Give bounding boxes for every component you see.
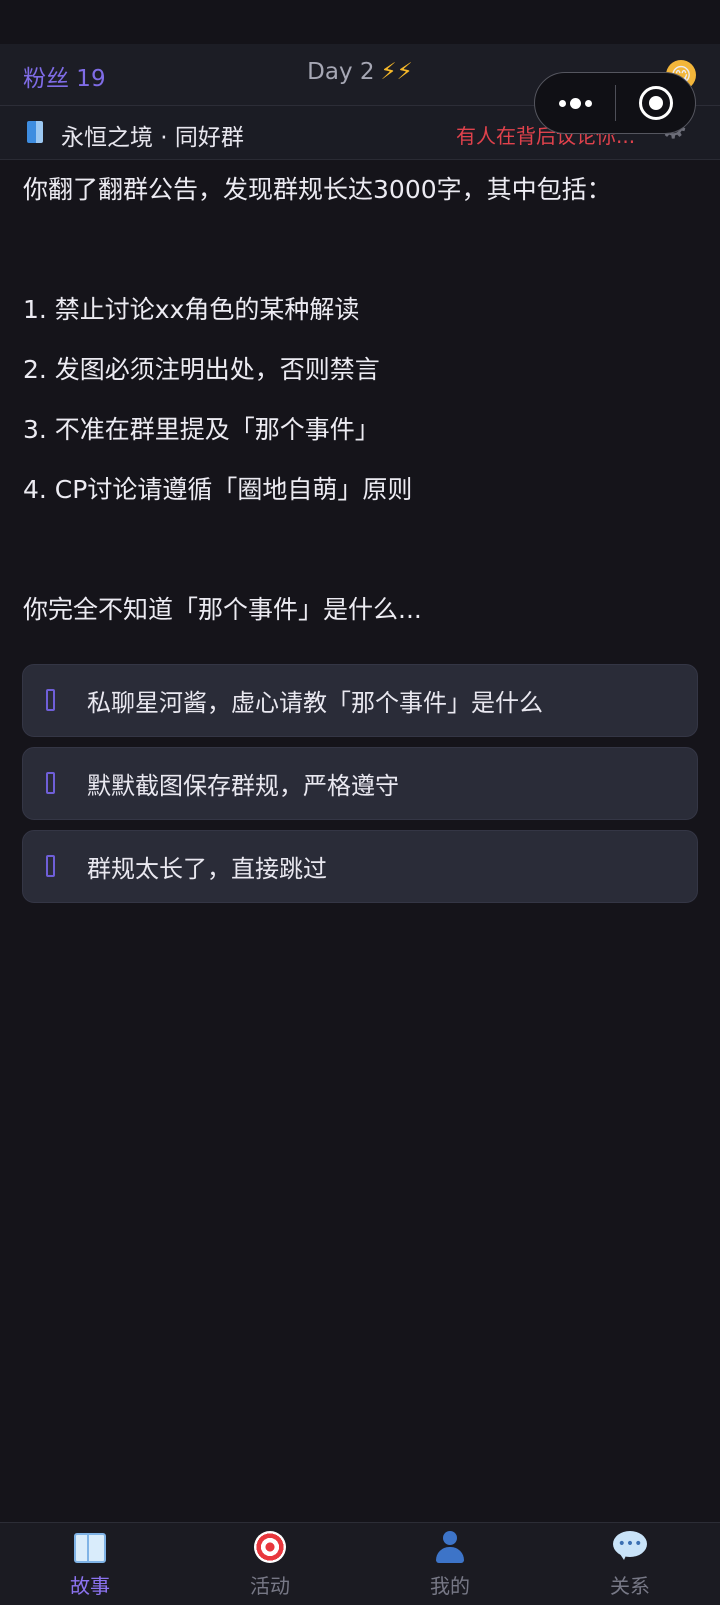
tab-mine[interactable]: 我的 <box>360 1523 540 1605</box>
choice-label: 私聊星河酱，虚心请教「那个事件」是什么 <box>87 689 543 717</box>
choice-skip-rules[interactable]: 群规太长了，直接跳过 <box>22 830 698 903</box>
choice-marker-icon <box>46 855 55 877</box>
more-menu-icon[interactable] <box>535 73 616 133</box>
tab-label: 我的 <box>430 1574 470 1598</box>
choice-marker-icon <box>46 689 55 711</box>
status-bar <box>0 0 720 44</box>
rule-item: 3. 不准在群里提及「那个事件」 <box>23 415 380 444</box>
bottom-tab-bar: 故事 活动 我的 关系 <box>0 1522 720 1605</box>
miniprogram-capsule <box>534 72 696 134</box>
chat-bubble-icon <box>612 1529 648 1565</box>
tab-label: 活动 <box>250 1574 290 1598</box>
choice-save-rules[interactable]: 默默截图保存群规，严格遵守 <box>22 747 698 820</box>
tab-activity[interactable]: 活动 <box>180 1523 360 1605</box>
close-miniprogram-icon[interactable] <box>639 86 673 120</box>
app-page: 粉丝 19 Day 2⚡⚡ 😋 永恒之境 · 同好群 有人在背后议论你... ⚙… <box>0 0 720 1605</box>
book-icon <box>27 121 43 143</box>
tab-story[interactable]: 故事 <box>0 1523 180 1605</box>
choice-label: 默默截图保存群规，严格遵守 <box>87 772 399 800</box>
rule-item: 2. 发图必须注明出处，否则禁言 <box>23 355 380 384</box>
story-text: 你翻了翻群公告，发现群规长达3000字，其中包括： 1. 禁止讨论xx角色的某种… <box>23 160 703 640</box>
choice-list: 私聊星河酱，虚心请教「那个事件」是什么 默默截图保存群规，严格遵守 群规太长了，… <box>22 664 698 913</box>
person-icon <box>432 1529 468 1565</box>
rule-item: 4. CP讨论请遵循「圈地自萌」原则 <box>23 475 413 504</box>
capsule-divider <box>615 85 616 121</box>
tab-relations[interactable]: 关系 <box>540 1523 720 1605</box>
story-outro: 你完全不知道「那个事件」是什么... <box>23 595 422 624</box>
story-intro: 你翻了翻群公告，发现群规长达3000字，其中包括： <box>23 175 612 204</box>
tab-label: 故事 <box>70 1574 110 1598</box>
choice-ask-senpai[interactable]: 私聊星河酱，虚心请教「那个事件」是什么 <box>22 664 698 737</box>
choice-marker-icon <box>46 772 55 794</box>
target-icon <box>252 1529 288 1565</box>
book-icon <box>72 1529 108 1565</box>
tab-label: 关系 <box>610 1574 650 1598</box>
day-label: Day 2 <box>307 59 375 85</box>
energy-icon: ⚡⚡ <box>380 59 413 85</box>
choice-label: 群规太长了，直接跳过 <box>87 855 327 883</box>
group-name[interactable]: 永恒之境 · 同好群 <box>61 118 244 152</box>
rule-item: 1. 禁止讨论xx角色的某种解读 <box>23 295 360 324</box>
